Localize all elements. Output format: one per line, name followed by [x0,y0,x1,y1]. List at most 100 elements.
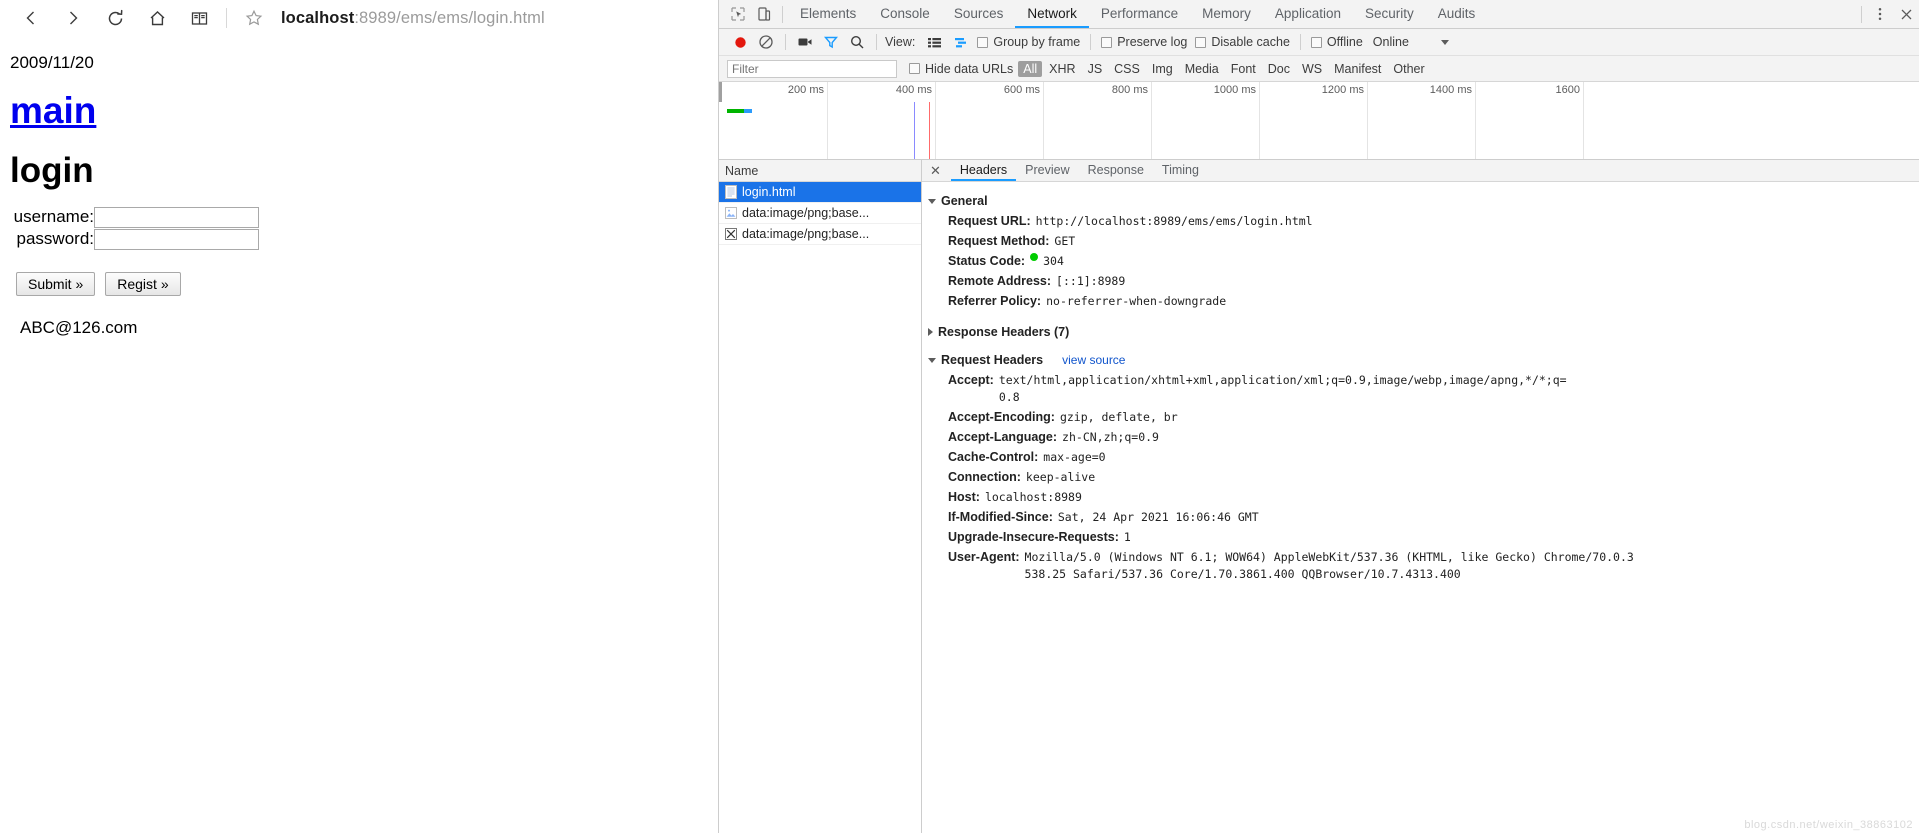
clear-icon[interactable] [753,30,779,54]
network-filter-bar: Hide data URLs All XHR JS CSS Img Media … [719,56,1919,82]
regist-button[interactable]: Regist » [105,272,181,297]
table-row[interactable]: login.html [719,182,921,203]
disable-cache-checkbox[interactable]: Disable cache [1195,35,1290,49]
view-source-link[interactable]: view source [1062,353,1125,367]
record-icon[interactable] [727,30,753,54]
detail-tab-headers[interactable]: Headers [950,160,1017,181]
header-row: User-Agent: Mozilla/5.0 (Windows NT 6.1;… [928,547,1919,584]
header-value: gzip, deflate, br [1059,409,1178,424]
tab-memory[interactable]: Memory [1190,0,1263,28]
capture-screenshots-icon[interactable] [792,30,818,54]
network-timeline-overview[interactable]: 200 ms 400 ms 600 ms 800 ms 1000 ms 1200… [719,82,1919,160]
header-key: Cache-Control: [948,449,1039,464]
detail-tab-preview[interactable]: Preview [1016,160,1078,181]
section-title: Response Headers (7) [938,325,1070,339]
filter-type-xhr[interactable]: XHR [1044,61,1080,77]
username-field[interactable] [94,206,259,228]
filter-type-js[interactable]: JS [1083,61,1108,77]
filter-input[interactable] [727,59,897,78]
checkbox-box-group-by-frame [977,36,989,48]
detail-tab-timing[interactable]: Timing [1153,160,1208,181]
tab-audits[interactable]: Audits [1426,0,1488,28]
address-bar-text: localhost:8989/ems/ems/login.html [281,9,545,28]
reload-icon[interactable] [94,1,136,35]
throttling-select[interactable]: Online [1373,35,1449,49]
header-row: Cache-Control: max-age=0 [928,447,1919,467]
table-row[interactable]: data:image/png;base... [719,203,921,224]
tab-sources[interactable]: Sources [942,0,1016,28]
inspect-element-icon[interactable] [725,1,751,27]
timeline-request-bar-download [744,109,752,113]
close-icon[interactable] [1893,1,1919,27]
header-key: Request URL: [948,213,1031,228]
filter-type-all[interactable]: All [1018,60,1043,77]
header-key: Remote Address: [948,273,1052,288]
header-value: GET [1054,233,1076,248]
tab-application[interactable]: Application [1263,0,1353,28]
filter-type-other[interactable]: Other [1388,61,1429,77]
section-request-headers-header[interactable]: Request Headers view source [928,353,1919,367]
list-view-icon[interactable] [921,30,947,54]
section-general-header[interactable]: General [928,194,1919,208]
hide-data-urls-checkbox[interactable]: Hide data URLs [909,62,1013,76]
forward-icon[interactable] [52,1,94,35]
offline-checkbox[interactable]: Offline [1310,35,1363,49]
section-title: General [941,194,988,208]
request-name: data:image/png;base... [742,227,870,241]
tab-elements[interactable]: Elements [788,0,868,28]
main-link[interactable]: main [10,90,96,132]
header-row: Upgrade-Insecure-Requests: 1 [928,527,1919,547]
filter-type-doc[interactable]: Doc [1263,61,1295,77]
document-icon [725,185,737,199]
toolbar-divider-4 [1299,34,1301,50]
filter-icon[interactable] [818,30,844,54]
waterfall-view-icon[interactable] [947,30,973,54]
password-field[interactable] [94,228,259,250]
filter-type-css[interactable]: CSS [1109,61,1145,77]
header-row: Host: localhost:8989 [928,487,1919,507]
column-header-name: Name [725,163,759,178]
form-row-password: password: [10,228,708,250]
tab-performance[interactable]: Performance [1089,0,1190,28]
header-key: Upgrade-Insecure-Requests: [948,529,1119,544]
tab-console[interactable]: Console [868,0,942,28]
timeline-tick-label: 400 ms [895,84,932,96]
filter-type-media[interactable]: Media [1180,61,1224,77]
filter-type-img[interactable]: Img [1147,61,1178,77]
header-key: Status Code: [948,253,1026,268]
search-icon[interactable] [844,30,870,54]
toolbar-divider-3 [1090,34,1092,50]
reader-icon[interactable] [178,1,220,35]
filter-type-ws[interactable]: WS [1297,61,1327,77]
tab-network[interactable]: Network [1015,0,1089,28]
timeline-domcontentloaded-marker [914,102,915,159]
triangle-down-icon [928,357,936,363]
timeline-request-bar [727,109,744,113]
filter-type-font[interactable]: Font [1226,61,1261,77]
timeline-tick-label: 800 ms [1111,84,1148,96]
preserve-log-checkbox[interactable]: Preserve log [1101,35,1187,49]
submit-button[interactable]: Submit » [16,272,96,297]
star-icon[interactable] [233,1,275,35]
toolbar-divider-1 [785,34,786,50]
back-icon[interactable] [10,1,52,35]
image-icon [725,206,737,220]
more-vertical-icon[interactable] [1867,1,1893,27]
checkbox-box-preserve-log [1101,36,1113,48]
page-date: 2009/11/20 [10,53,94,72]
filter-type-manifest[interactable]: Manifest [1329,61,1386,77]
close-icon[interactable]: ✕ [930,163,941,179]
group-by-frame-checkbox[interactable]: Group by frame [977,35,1080,49]
network-toolbar: View: Group by frame Preserve log Disabl… [719,29,1919,56]
offline-label: Offline [1326,35,1363,49]
header-key: Accept-Language: [948,429,1058,444]
device-toolbar-icon[interactable] [751,1,777,27]
detail-tab-response[interactable]: Response [1079,160,1153,181]
tab-security[interactable]: Security [1353,0,1426,28]
section-response-headers-header[interactable]: Response Headers (7) [928,325,1919,339]
disable-cache-label: Disable cache [1211,35,1290,49]
table-row[interactable]: data:image/png;base... [719,224,921,245]
request-list-header[interactable]: Name [719,160,921,182]
timeline-tick-label: 1400 ms [1429,84,1472,96]
home-icon[interactable] [136,1,178,35]
